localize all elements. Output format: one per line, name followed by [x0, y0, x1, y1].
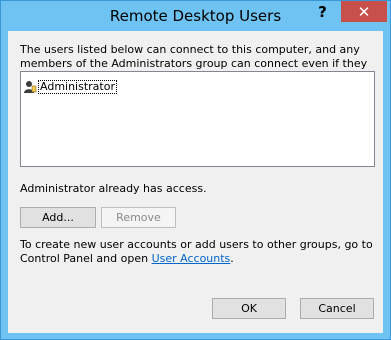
close-icon: ✕: [357, 2, 371, 21]
info-text-suffix: .: [230, 252, 234, 265]
user-icon: [23, 80, 37, 94]
users-listbox[interactable]: Administrator: [20, 71, 375, 167]
help-button[interactable]: ?: [309, 1, 336, 22]
dialog-window: Remote Desktop Users ? ✕ The users liste…: [0, 0, 391, 340]
ok-button[interactable]: OK: [212, 298, 286, 319]
list-item[interactable]: Administrator: [23, 80, 117, 94]
user-accounts-link[interactable]: User Accounts: [152, 252, 231, 265]
add-button[interactable]: Add...: [20, 207, 96, 228]
title-bar[interactable]: Remote Desktop Users ? ✕: [1, 1, 390, 31]
list-item-label: Administrator: [38, 80, 117, 94]
remove-button[interactable]: Remove: [101, 207, 176, 228]
close-button[interactable]: ✕: [341, 1, 387, 22]
info-text: To create new user accounts or add users…: [20, 238, 380, 266]
cancel-button[interactable]: Cancel: [300, 298, 374, 319]
access-status-text: Administrator already has access.: [20, 182, 207, 195]
dialog-body: The users listed below can connect to th…: [8, 31, 383, 333]
